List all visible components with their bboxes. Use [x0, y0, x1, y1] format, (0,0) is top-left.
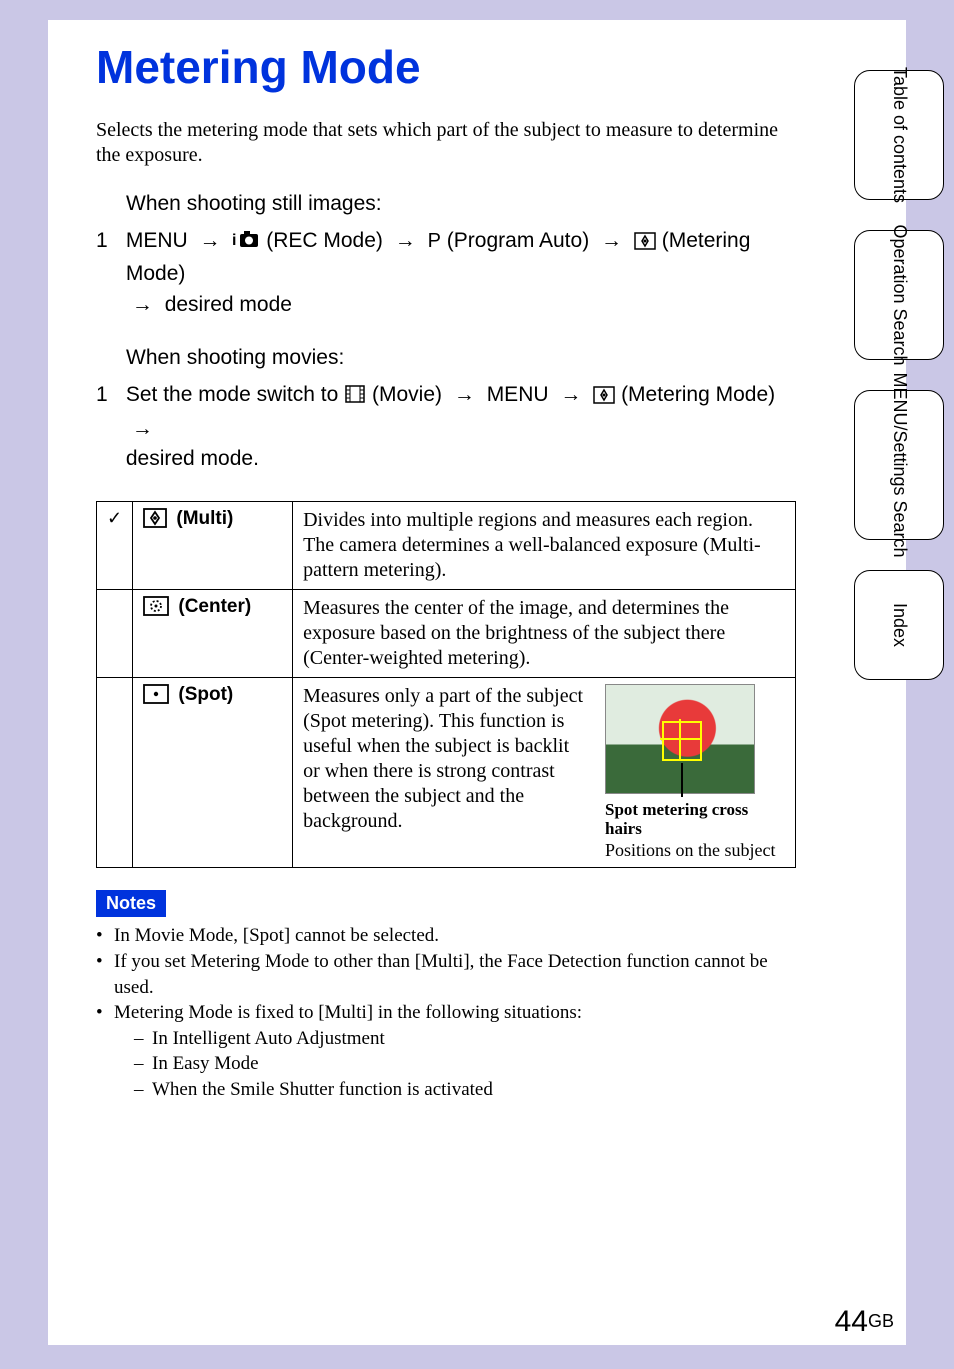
default-check-icon: ✓ [97, 501, 133, 589]
table-row: ✓ (Multi) Divides into multiple regions … [97, 501, 796, 589]
mode-center-name: (Center) [178, 596, 251, 617]
desired-mode-label: desired mode. [126, 447, 259, 470]
mode-spot-name: (Spot) [178, 684, 233, 705]
mode-multi-name: (Multi) [176, 508, 233, 529]
metering-multi-icon [143, 508, 167, 534]
step-number: 1 [96, 380, 120, 410]
mode-multi-desc: Divides into multiple regions and measur… [293, 501, 796, 589]
step-number: 1 [96, 226, 120, 256]
tab-menu-settings-search[interactable]: MENU/Settings Search [854, 390, 944, 540]
program-auto-label: (Program Auto) [447, 229, 589, 252]
arrow-icon: → [132, 414, 153, 444]
mode-spot-desc: Measures only a part of the subject (Spo… [303, 684, 587, 862]
mode-name-cell: (Multi) [133, 501, 293, 589]
rec-mode-label: (REC Mode) [266, 229, 383, 252]
mode-center-desc: Measures the center of the image, and de… [293, 589, 796, 677]
page-number-value: 44 [835, 1305, 868, 1338]
sub-note-item: In Intelligent Auto Adjustment [134, 1026, 796, 1052]
movie-film-icon [344, 383, 366, 413]
menu-label: MENU [487, 383, 549, 406]
tab-label: Index [889, 603, 909, 647]
note-item: Metering Mode is fixed to [Multi] in the… [96, 1000, 796, 1103]
metering-multi-icon [634, 229, 656, 259]
svg-text:i: i [232, 232, 236, 249]
spot-metering-example-image [605, 684, 755, 794]
metering-modes-table: ✓ (Multi) Divides into multiple regions … [96, 501, 796, 869]
stills-heading: When shooting still images: [126, 192, 796, 216]
mode-name-cell: (Center) [133, 589, 293, 677]
stills-step-body: MENU → i (REC Mode) → P (Program Auto) →… [126, 226, 786, 320]
table-row: (Center) Measures the center of the imag… [97, 589, 796, 677]
sub-note-item: In Easy Mode [134, 1051, 796, 1077]
metering-center-icon [143, 596, 169, 622]
spot-positions-label: Positions on the subject [605, 839, 785, 862]
page-number-suffix: GB [868, 1311, 894, 1331]
tab-label: MENU/Settings Search [889, 372, 909, 557]
note-text: Metering Mode is fixed to [Multi] in the… [114, 1002, 582, 1023]
metering-mode-label: (Metering Mode) [621, 383, 775, 406]
arrow-icon: → [132, 290, 153, 320]
tab-table-of-contents[interactable]: Table of contents [854, 70, 944, 200]
movies-heading: When shooting movies: [126, 346, 796, 370]
i-auto-camera-icon: i [232, 229, 260, 259]
arrow-icon: → [395, 226, 416, 256]
note-item: If you set Metering Mode to other than [… [96, 949, 796, 1000]
tab-operation-search[interactable]: Operation Search [854, 230, 944, 360]
movies-step-body: Set the mode switch to (Movie) → MENU → … [126, 380, 786, 474]
movie-label: (Movie) [372, 383, 442, 406]
page-title: Metering Mode [96, 40, 796, 94]
page-number: 44GB [835, 1305, 894, 1339]
tab-label: Operation Search [889, 224, 909, 365]
intro-text: Selects the metering mode that sets whic… [96, 118, 796, 168]
desired-mode-label: desired mode [165, 293, 292, 316]
arrow-icon: → [601, 226, 622, 256]
set-switch-label: Set the mode switch to [126, 383, 338, 406]
table-row: (Spot) Measures only a part of the subje… [97, 677, 796, 868]
notes-list: In Movie Mode, [Spot] cannot be selected… [96, 923, 796, 1102]
note-item: In Movie Mode, [Spot] cannot be selected… [96, 923, 796, 949]
p-icon: P [428, 230, 441, 252]
menu-label: MENU [126, 229, 188, 252]
mode-name-cell: (Spot) [133, 677, 293, 868]
tab-label: Table of contents [889, 67, 909, 203]
arrow-icon: → [454, 380, 475, 410]
tab-index[interactable]: Index [854, 570, 944, 680]
metering-multi-icon [593, 383, 615, 413]
arrow-icon: → [560, 380, 581, 410]
notes-heading: Notes [96, 890, 166, 917]
metering-spot-icon [143, 684, 169, 710]
arrow-icon: → [200, 226, 221, 256]
spot-crosshairs-label: Spot metering cross hairs [605, 800, 785, 839]
sub-note-item: When the Smile Shutter function is activ… [134, 1077, 796, 1103]
